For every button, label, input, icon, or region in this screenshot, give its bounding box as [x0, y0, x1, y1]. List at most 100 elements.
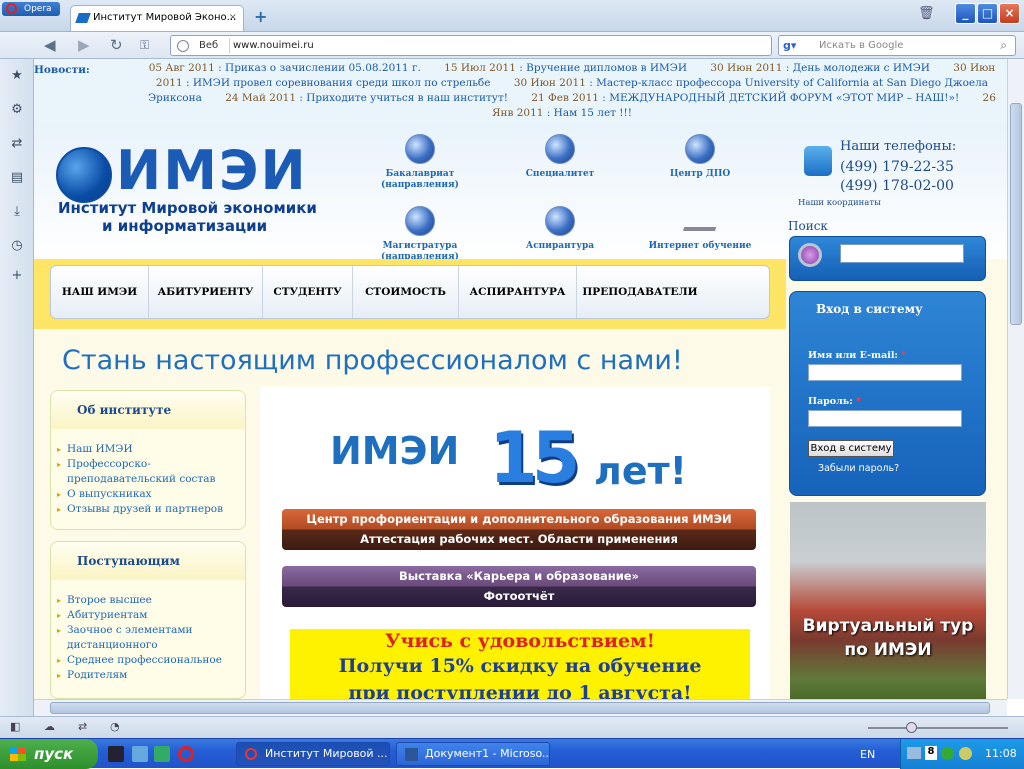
quicklaunch-icon[interactable] [132, 746, 148, 762]
menu-item-postgrad[interactable]: АСПИРАНТУРА [459, 266, 577, 318]
applicants-link[interactable]: Абитуриентам [57, 608, 243, 623]
unite-status-icon[interactable]: ⇄ [78, 720, 87, 733]
password-input[interactable] [808, 410, 962, 427]
news-item[interactable]: 21 Фев 2011 : МЕЖДУНАРОДНЫЙ ДЕТСКИЙ ФОРУ… [531, 92, 959, 104]
logo-globe-icon[interactable] [56, 147, 112, 203]
password-label: Пароль: * [808, 396, 862, 407]
about-link[interactable]: О выпускниках [57, 487, 243, 502]
speed-dial-icon[interactable]: ◔ [110, 720, 120, 733]
taskbar-window-opera[interactable]: Институт Мировой ... [236, 742, 390, 766]
about-link[interactable]: Наш ИМЭИ [57, 442, 243, 457]
menu-item-student[interactable]: СТУДЕНТУ [263, 266, 353, 318]
applicants-panel-title: Поступающим [51, 542, 245, 580]
history-icon[interactable]: ◷ [9, 238, 25, 254]
trash-icon[interactable]: 🗑 [918, 6, 936, 22]
phone-number: (499) 179-22-35 [840, 159, 954, 175]
news-item[interactable]: 05 Авг 2011 : Приказ о зачислении 05.08.… [149, 62, 421, 74]
applicants-link[interactable]: Среднее профессиональное [57, 653, 243, 668]
menu-item-applicant[interactable]: АБИТУРИЕНТУ [149, 266, 263, 318]
quicklaunch-icon[interactable] [154, 746, 170, 762]
key-icon[interactable]: ⚿ [140, 38, 149, 53]
close-window-button[interactable]: × [999, 3, 1020, 24]
maximize-button[interactable]: □ [977, 3, 998, 24]
exhibition-banner[interactable]: Выставка «Карьера и образование» Фотоотч… [282, 566, 756, 607]
forgot-password-link[interactable]: Забыли пароль? [818, 463, 899, 474]
site-search-box [789, 236, 986, 281]
back-icon[interactable]: ◀ [44, 36, 56, 54]
news-item[interactable]: 24 Май 2011 : Приходите учиться в наш ин… [225, 92, 508, 104]
opera-menu-button[interactable]: Opera [2, 2, 60, 16]
url-text[interactable]: www.nouimei.ru [233, 40, 314, 51]
master-globe-icon[interactable] [405, 206, 435, 236]
site-search-input[interactable] [840, 244, 964, 263]
forward-icon[interactable]: ▶ [78, 36, 90, 54]
program-link-bachelor[interactable]: Бакалавриат (направления) [350, 169, 490, 191]
network-tray-icon[interactable] [907, 747, 921, 759]
career-center-banner[interactable]: Центр профориентации и дополнительного о… [282, 509, 756, 550]
postgrad-globe-icon[interactable] [545, 206, 575, 236]
program-link-specialist[interactable]: Специалитет [490, 169, 630, 180]
tray-status-icon[interactable] [959, 747, 972, 760]
web-page: Новости: 05 Авг 2011 : Приказ о зачислен… [34, 59, 1007, 699]
menu-item-our-imei[interactable]: НАШ ИМЭИ [51, 266, 149, 318]
applicants-link[interactable]: Родителям [57, 668, 243, 683]
logo-subtitle-2: и информатизации [102, 217, 268, 235]
taskbar: пуск Институт Мировой ... Документ1 - Mi… [0, 738, 1024, 769]
applicants-link[interactable]: Второе высшее [57, 593, 243, 608]
favicon-icon [75, 13, 91, 23]
language-indicator[interactable]: EN [860, 748, 875, 761]
program-link-online[interactable]: Интернет обучение [630, 241, 770, 252]
network-icon[interactable] [683, 209, 721, 231]
contacts-link[interactable]: Наши координаты [798, 198, 881, 208]
about-link[interactable]: Профессорско-преподавательский состав [57, 457, 243, 487]
login-button[interactable]: Вход в систему [808, 440, 894, 457]
quicklaunch-icon[interactable] [108, 746, 124, 762]
discount-promo[interactable]: Учись с удовольствием! Получи 15% скидку… [290, 629, 750, 699]
minimize-button[interactable]: _ [955, 3, 976, 24]
menu-item-teachers[interactable]: ПРЕПОДАВАТЕЛИ [577, 266, 703, 318]
clock[interactable]: 11:08 [985, 747, 1017, 760]
news-item[interactable]: 15 Июл 2011 : Вручение дипломов в ИМЭИ [444, 62, 687, 74]
google-icon[interactable]: g▾ [783, 39, 796, 52]
panel-toggle-icon[interactable]: ◧ [10, 720, 20, 733]
news-item[interactable]: 30 Июн 2011 : День молодежи с ИМЭИ [710, 62, 930, 74]
tab-active[interactable]: Институт Мировой Эконо... × [70, 5, 244, 31]
dpo-globe-icon[interactable] [685, 134, 715, 164]
horizontal-scrollbar[interactable] [34, 699, 1007, 716]
applicants-link[interactable]: Заочное с элементами дистанционного [57, 623, 243, 653]
tab-close-icon[interactable]: × [229, 6, 237, 30]
bachelor-globe-icon[interactable] [405, 134, 435, 164]
search-engine-input[interactable]: g▾ Искать в Google ⌕ [778, 35, 1016, 56]
address-toolbar: ◀ ▶ ↻ ⚿ Веб www.nouimei.ru g▾ Искать в G… [0, 32, 1024, 59]
program-link-dpo[interactable]: Центр ДПО [630, 169, 770, 180]
opera-logo-icon [6, 3, 17, 14]
magnifier-icon[interactable] [798, 243, 822, 267]
start-button[interactable]: пуск [0, 739, 98, 769]
tab-bar: Opera Институт Мировой Эконо... × + 🗑 _ □… [0, 0, 1024, 32]
url-input[interactable]: Веб www.nouimei.ru [170, 35, 772, 56]
about-panel-title: Об институте [51, 391, 245, 429]
notes-icon[interactable]: ▤ [9, 170, 25, 186]
reload-icon[interactable]: ↻ [110, 36, 123, 54]
new-tab-button[interactable]: + [254, 7, 267, 26]
zoom-slider[interactable] [868, 722, 1008, 733]
search-icon[interactable]: ⌕ [1000, 38, 1007, 53]
unite-icon[interactable]: ⇄ [9, 136, 25, 152]
turbo-icon[interactable]: ☁ [44, 720, 55, 733]
opera-quicklaunch-icon[interactable] [178, 746, 194, 762]
tray-app-icon[interactable]: 8 [925, 746, 937, 760]
specialist-globe-icon[interactable] [545, 134, 575, 164]
program-link-postgrad[interactable]: Аспирантура [490, 241, 630, 252]
taskbar-window-word[interactable]: Документ1 - Microso... [396, 742, 550, 766]
logo-title[interactable]: ИМЭИ [116, 141, 308, 201]
bookmarks-icon[interactable]: ★ [9, 68, 25, 84]
virtual-tour-banner[interactable]: Виртуальный тур по ИМЭИ [790, 502, 986, 699]
vertical-scrollbar[interactable] [1007, 59, 1024, 699]
downloads-icon[interactable]: ⤓ [9, 204, 25, 220]
username-input[interactable] [808, 364, 962, 381]
tray-status-icon[interactable] [941, 747, 954, 760]
add-panel-icon[interactable]: + [9, 268, 25, 284]
widgets-icon[interactable]: ⚙ [9, 102, 25, 118]
about-link[interactable]: Отзывы друзей и партнеров [57, 502, 243, 517]
menu-item-cost[interactable]: СТОИМОСТЬ [353, 266, 459, 318]
